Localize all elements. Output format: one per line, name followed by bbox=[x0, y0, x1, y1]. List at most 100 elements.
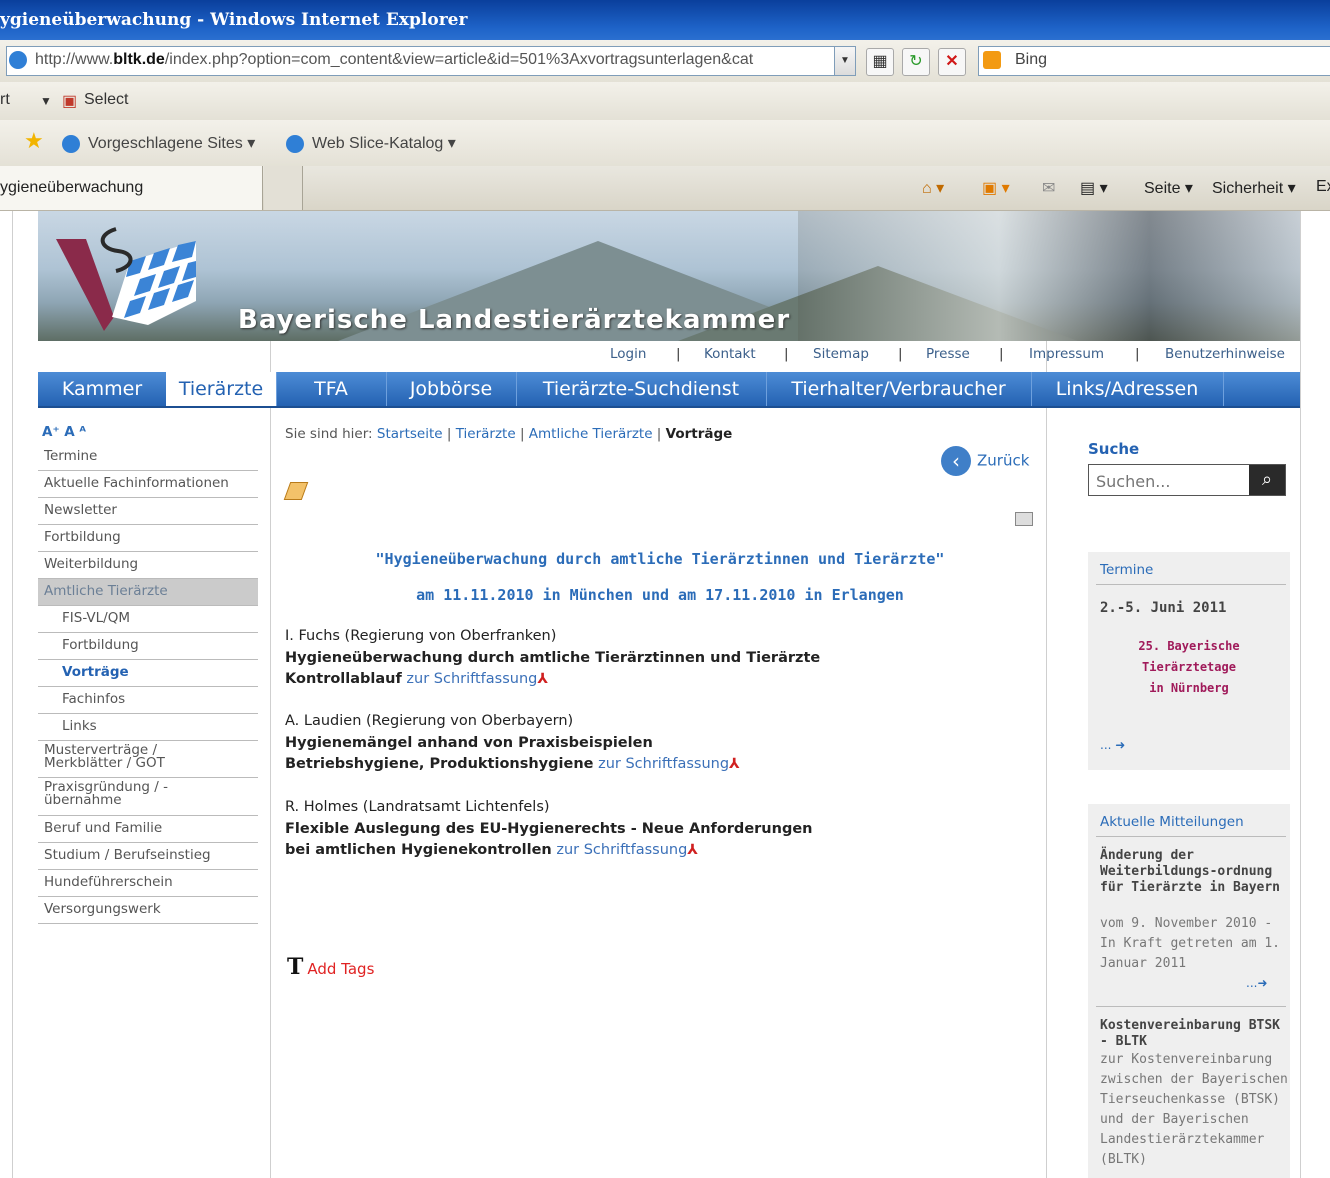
back-button[interactable]: ‹ Zurück bbox=[941, 446, 1029, 476]
left-submenu-item-current[interactable]: Vorträge bbox=[38, 660, 258, 687]
left-menu-item[interactable]: Newsletter bbox=[38, 498, 258, 525]
left-menu-item[interactable]: Musterverträge / Merkblätter / GOT bbox=[38, 741, 258, 778]
print-icon[interactable]: ▤ ▾ bbox=[1080, 178, 1108, 198]
divider bbox=[1096, 836, 1286, 837]
top-link-presse[interactable]: Presse bbox=[926, 346, 970, 362]
search-box[interactable]: Bing bbox=[978, 46, 1330, 76]
rss-feed-icon[interactable]: ▣ ▾ bbox=[982, 178, 1010, 198]
column-divider bbox=[270, 211, 271, 1178]
back-arrow-icon: ‹ bbox=[941, 446, 971, 476]
compatibility-view-icon[interactable]: ▦ bbox=[866, 48, 894, 76]
extras-menu[interactable]: Ex bbox=[1316, 178, 1330, 196]
left-menu-item-active[interactable]: Amtliche Tierärzte bbox=[38, 579, 258, 606]
termine-date: 2.-5. Juni 2011 bbox=[1100, 600, 1227, 616]
talk-title: Hygieneüberwachung durch amtliche Tierär… bbox=[285, 649, 821, 666]
left-menu-item[interactable]: Studium / Berufseinstieg bbox=[38, 843, 258, 870]
nav-jobborse[interactable]: Jobbörse bbox=[386, 372, 517, 406]
font-size-controls[interactable]: A⁺ A ᴬ bbox=[42, 424, 86, 440]
page-border bbox=[12, 211, 13, 1178]
nav-tierhalter[interactable]: Tierhalter/Verbraucher bbox=[766, 372, 1032, 406]
mail-icon[interactable]: ✉ bbox=[1042, 178, 1055, 198]
new-tab-button[interactable] bbox=[264, 166, 303, 210]
pdf-link[interactable]: zur Schriftfassung bbox=[598, 756, 729, 772]
termine-event[interactable]: Tierärztetage bbox=[1088, 657, 1290, 678]
left-menu-item[interactable]: Praxisgründung / - übernahme bbox=[38, 778, 258, 816]
favorites-star-icon[interactable]: ★ bbox=[24, 128, 44, 154]
web-slice-link[interactable]: Web Slice-Katalog ▾ bbox=[286, 133, 456, 153]
page-menu[interactable]: Seite ▾ bbox=[1144, 178, 1193, 198]
talk-item: A. Laudien (Regierung von Oberbayern) Hy… bbox=[285, 711, 1045, 776]
suggested-sites-link[interactable]: Vorgeschlagene Sites ▾ bbox=[62, 133, 255, 153]
left-submenu-item[interactable]: Fortbildung bbox=[38, 633, 258, 660]
top-link-impressum[interactable]: Impressum bbox=[1029, 346, 1104, 362]
left-menu-item[interactable]: Versorgungswerk bbox=[38, 897, 258, 924]
top-link-login[interactable]: Login bbox=[610, 346, 646, 362]
search-icon[interactable]: ⌕ bbox=[1249, 465, 1285, 495]
news-heading: Aktuelle Mitteilungen bbox=[1100, 814, 1244, 830]
termine-event[interactable]: in Nürnberg bbox=[1088, 678, 1290, 699]
url-text[interactable]: http://www.bltk.de/index.php?option=com_… bbox=[35, 51, 753, 69]
pdf-link[interactable]: zur Schriftfassung bbox=[406, 671, 537, 687]
left-menu-item[interactable]: Fortbildung bbox=[38, 525, 258, 552]
chevron-down-icon[interactable]: ▼ bbox=[40, 94, 52, 108]
printer-icon[interactable] bbox=[1015, 512, 1033, 526]
home-icon[interactable]: ⌂ ▾ bbox=[922, 178, 944, 198]
ie-icon bbox=[62, 134, 80, 153]
main-nav: Kammer Tierärzte TFA Jobbörse Tierärzte-… bbox=[38, 372, 1300, 408]
ie-page-icon bbox=[9, 51, 27, 69]
news-more-link[interactable]: ...➜ bbox=[1246, 976, 1268, 990]
tab-active[interactable]: ygieneüberwachung bbox=[0, 166, 263, 210]
web-page: Bayerische Landestierärztekammer Login |… bbox=[0, 211, 1330, 1178]
window-title-bar: ygieneüberwachung - Windows Internet Exp… bbox=[0, 0, 1330, 40]
top-link-sitemap[interactable]: Sitemap bbox=[813, 346, 869, 362]
refresh-icon[interactable]: ↻ bbox=[902, 48, 930, 76]
bing-logo-icon bbox=[983, 51, 1001, 69]
animals-photo bbox=[798, 211, 1300, 341]
tab-bar: ygieneüberwachung ⌂ ▾ ▣ ▾ ✉ ▤ ▾ Seite ▾ … bbox=[0, 166, 1330, 211]
pdf-icon[interactable]: ⅄ bbox=[729, 754, 740, 776]
left-menu-item[interactable]: Hundeführerschein bbox=[38, 870, 258, 897]
select-button[interactable]: Select bbox=[84, 91, 128, 109]
page-border bbox=[1300, 211, 1301, 1178]
nav-tierarzte[interactable]: Tierärzte bbox=[166, 372, 277, 406]
security-menu[interactable]: Sicherheit ▾ bbox=[1212, 178, 1296, 198]
menu-bar: rt ▼ ▣ Select bbox=[0, 82, 1330, 121]
breadcrumb-tierarzte[interactable]: Tierärzte bbox=[456, 426, 516, 442]
menu-item-partial[interactable]: rt bbox=[0, 91, 10, 109]
left-menu-item[interactable]: Beruf und Familie bbox=[38, 816, 258, 843]
site-search-input[interactable] bbox=[1094, 467, 1248, 495]
left-submenu-item[interactable]: Links bbox=[38, 714, 258, 741]
breadcrumb-startseite[interactable]: Startseite bbox=[377, 426, 443, 442]
termine-more-link[interactable]: ... ➜ bbox=[1100, 738, 1125, 752]
news-title[interactable]: Änderung der Weiterbildungs-ordnung für … bbox=[1100, 848, 1285, 896]
bltk-logo-icon[interactable] bbox=[56, 221, 216, 331]
top-link-benutzerhinweise[interactable]: Benutzerhinweise bbox=[1165, 346, 1285, 362]
nav-links-adressen[interactable]: Links/Adressen bbox=[1031, 372, 1224, 406]
address-bar[interactable]: http://www.bltk.de/index.php?option=com_… bbox=[6, 46, 856, 76]
left-menu-item[interactable]: Aktuelle Fachinformationen bbox=[38, 471, 258, 498]
edit-icon[interactable] bbox=[283, 482, 309, 500]
left-submenu-item[interactable]: Fachinfos bbox=[38, 687, 258, 714]
nav-suchdienst[interactable]: Tierärzte-Suchdienst bbox=[516, 372, 767, 406]
address-dropdown-icon[interactable]: ▼ bbox=[834, 47, 855, 75]
news-title[interactable]: Kostenvereinbarung BTSK - BLTK bbox=[1100, 1018, 1285, 1050]
termine-event[interactable]: 25. Bayerische bbox=[1088, 636, 1290, 657]
separator: | bbox=[999, 346, 1004, 362]
nav-tfa[interactable]: TFA bbox=[276, 372, 387, 406]
talk-speaker: A. Laudien (Regierung von Oberbayern) bbox=[285, 713, 574, 729]
left-submenu-item[interactable]: FIS-VL/QM bbox=[38, 606, 258, 633]
site-search: ⌕ bbox=[1088, 464, 1286, 496]
stop-icon[interactable]: ✕ bbox=[938, 48, 966, 76]
left-menu-item[interactable]: Weiterbildung bbox=[38, 552, 258, 579]
pdf-icon[interactable]: ⅄ bbox=[687, 840, 698, 862]
article-subheading: am 11.11.2010 in München und am 17.11.20… bbox=[416, 586, 904, 604]
top-link-kontakt[interactable]: Kontakt bbox=[704, 346, 756, 362]
talk-title: Flexible Auslegung des EU-Hygienerechts … bbox=[285, 820, 813, 837]
breadcrumb-amtliche[interactable]: Amtliche Tierärzte bbox=[529, 426, 653, 442]
tag-icon: T bbox=[287, 954, 304, 980]
pdf-icon[interactable]: ⅄ bbox=[537, 669, 548, 691]
add-tags[interactable]: T Add Tags bbox=[287, 954, 374, 980]
pdf-link[interactable]: zur Schriftfassung bbox=[556, 842, 687, 858]
left-menu-item[interactable]: Termine bbox=[38, 444, 258, 471]
nav-kammer[interactable]: Kammer bbox=[38, 372, 167, 406]
